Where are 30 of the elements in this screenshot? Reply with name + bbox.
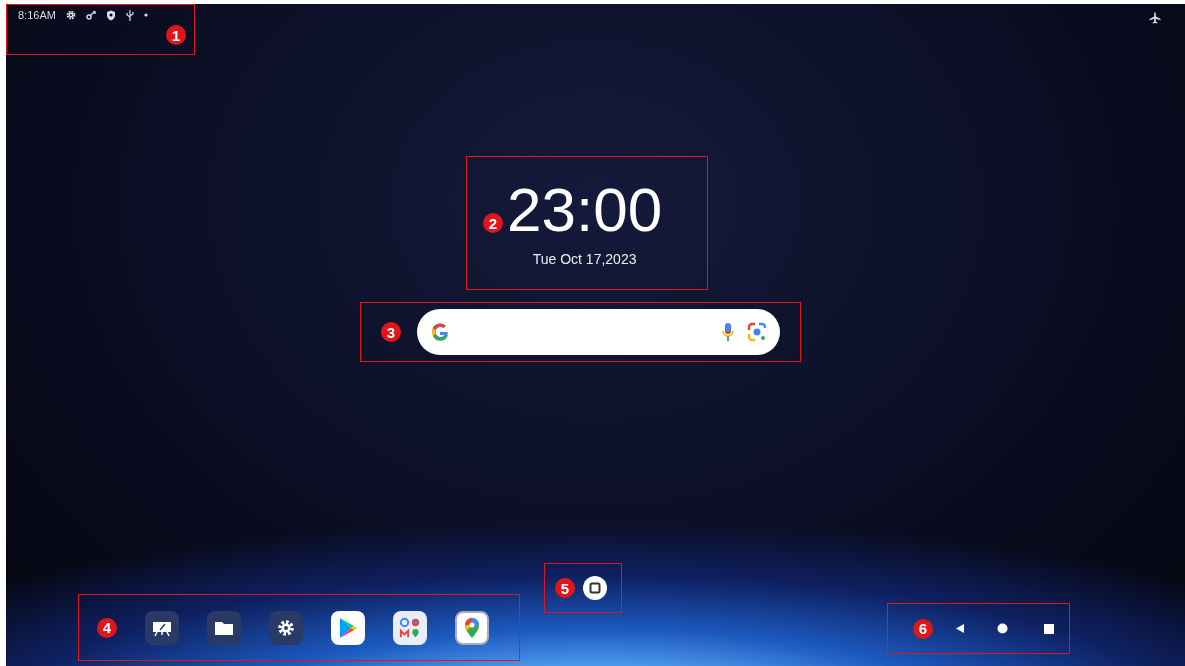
settings-app-icon[interactable] — [269, 610, 303, 645]
callout-number: 3 — [381, 322, 401, 342]
map-pin-app-icon[interactable] — [455, 610, 489, 645]
clock-date: Tue Oct 17,2023 — [532, 251, 637, 267]
play-store-app-icon[interactable] — [331, 610, 365, 645]
overview-button[interactable] — [583, 576, 607, 600]
callout-number: 2 — [483, 213, 503, 233]
callout-number: 6 — [913, 618, 933, 639]
gear-icon — [65, 10, 76, 20]
shield-icon — [105, 9, 116, 21]
search-bar[interactable] — [417, 309, 780, 355]
dot-icon — [143, 13, 148, 17]
square-icon — [589, 582, 601, 594]
multicolor-g-icon — [429, 321, 451, 343]
recents-button[interactable] — [1044, 623, 1054, 634]
whiteboard-app-icon[interactable] — [145, 610, 179, 645]
airplane-icon — [1149, 12, 1161, 24]
callout-number: 5 — [555, 578, 575, 598]
callout-number: 1 — [166, 25, 186, 45]
app-folder-icon[interactable] — [393, 610, 427, 645]
clock-time: 23:00 — [507, 179, 663, 241]
folder-app-icon[interactable] — [207, 610, 241, 645]
home-button[interactable] — [997, 623, 1008, 634]
usb-icon — [125, 9, 134, 21]
back-button[interactable] — [955, 623, 965, 634]
key-icon — [85, 10, 96, 20]
camera-lens-icon[interactable] — [746, 321, 768, 343]
callout-number: 4 — [97, 617, 117, 638]
status-time: 8:16AM — [18, 9, 56, 21]
microphone-icon[interactable] — [722, 322, 734, 342]
